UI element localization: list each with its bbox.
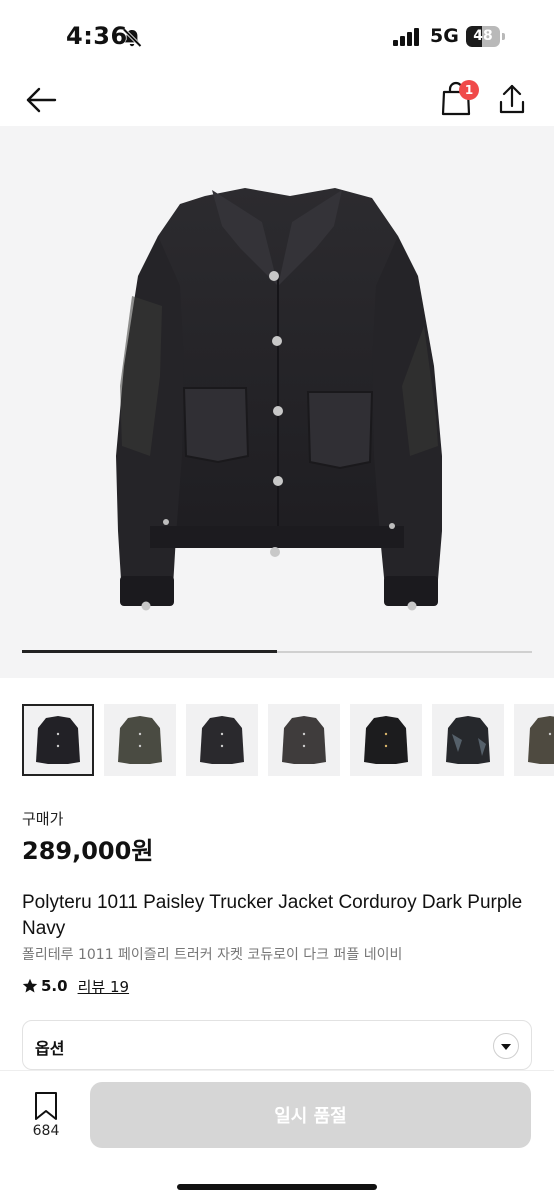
product-price: 289,000원 [22, 837, 154, 865]
carousel-progress-bar [22, 650, 277, 653]
sold-out-button[interactable]: 일시 품절 [90, 1082, 531, 1148]
jacket-thumbnail-image [200, 716, 244, 764]
thumbnail-1[interactable] [22, 704, 94, 776]
thumbnail-7[interactable] [514, 704, 554, 776]
shopping-bag-button[interactable]: 1 [438, 78, 482, 120]
star-icon [22, 978, 38, 993]
product-title-korean: 폴리테루 1011 페이즐리 트러커 자켓 코듀로이 다크 퍼플 네이비 [22, 947, 403, 963]
rating-value: 5.0 [41, 977, 68, 995]
bookmark-icon [35, 1092, 57, 1120]
jacket-thumbnail-image [364, 716, 408, 764]
thumbnail-6[interactable] [432, 704, 504, 776]
battery-icon: 48 [466, 26, 506, 47]
caret-down-icon [501, 1044, 511, 1050]
cellular-signal-icon [393, 28, 419, 46]
price-label: 구매가 [22, 810, 64, 828]
thumbnail-2[interactable] [104, 704, 176, 776]
jacket-thumbnail-image [118, 716, 162, 764]
status-time: 4:36 [66, 22, 128, 50]
thumbnail-4[interactable] [268, 704, 340, 776]
arrow-left-icon [26, 87, 57, 113]
product-title-english: Polyteru 1011 Paisley Trucker Jacket Cor… [22, 892, 523, 939]
home-indicator [177, 1184, 377, 1190]
share-icon [499, 84, 525, 114]
nav-bar: 1 [0, 76, 554, 126]
bell-muted-icon [122, 28, 142, 48]
product-image [116, 188, 442, 611]
status-bar: 4:36 5G 48 [0, 0, 554, 76]
product-image-carousel[interactable] [0, 126, 554, 678]
network-type: 5G [430, 25, 459, 47]
rating-row: 5.0 리뷰 19 [22, 975, 129, 997]
bookmark-count: 684 [32, 1123, 60, 1139]
carousel-progress-track [22, 650, 532, 653]
review-count-link[interactable]: 리뷰 19 [78, 976, 129, 997]
thumbnail-3[interactable] [186, 704, 258, 776]
jacket-thumbnail-image [282, 716, 326, 764]
jacket-thumbnail-image [528, 716, 554, 764]
battery-level: 48 [473, 28, 493, 44]
back-button[interactable] [22, 80, 62, 120]
jacket-thumbnail-image [36, 716, 80, 764]
share-button[interactable] [494, 78, 530, 120]
jacket-thumbnail-image [446, 716, 490, 764]
cart-badge: 1 [459, 80, 479, 100]
thumbnail-strip[interactable] [0, 704, 554, 778]
option-select[interactable]: 옵션 [22, 1020, 532, 1070]
bottom-action-bar: 684 일시 품절 [0, 1070, 554, 1200]
option-dropdown-toggle[interactable] [493, 1033, 519, 1059]
thumbnail-5[interactable] [350, 704, 422, 776]
option-label: 옵션 [35, 1039, 65, 1058]
bookmark-button[interactable]: 684 [22, 1091, 70, 1151]
